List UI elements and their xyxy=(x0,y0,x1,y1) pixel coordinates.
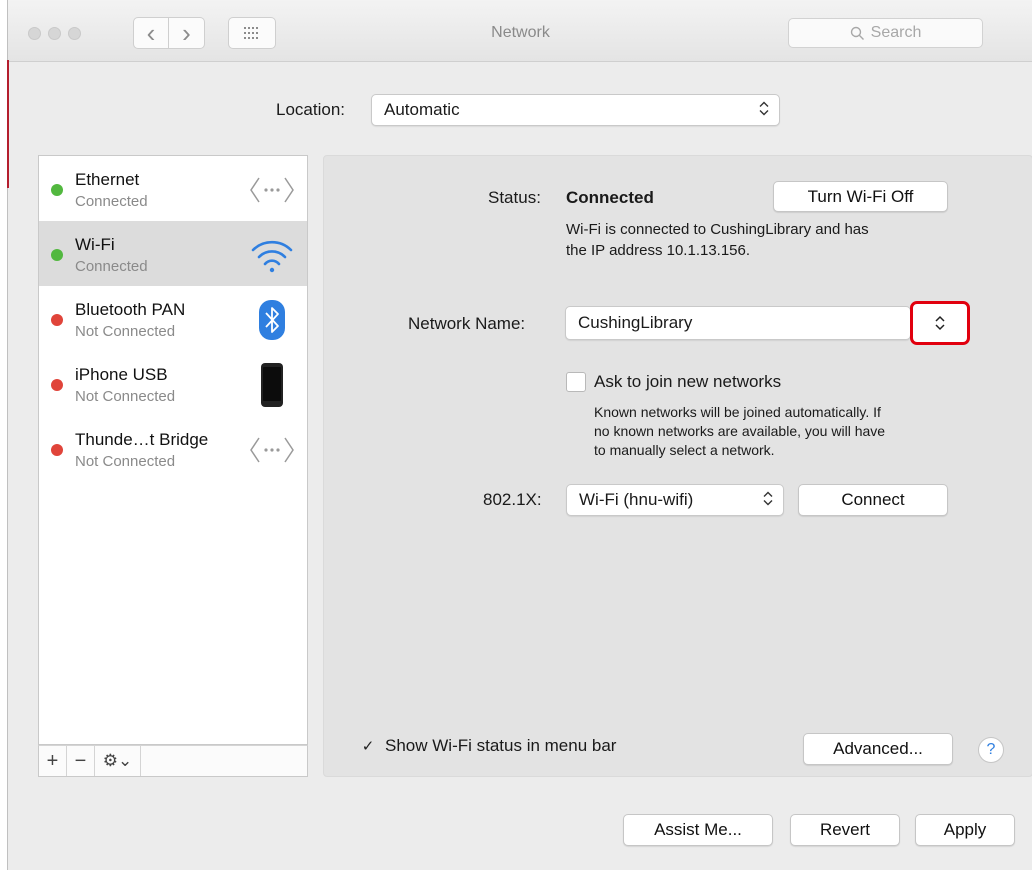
apply-label: Apply xyxy=(943,820,987,839)
iphone-icon xyxy=(247,363,297,407)
status-value: Connected xyxy=(566,188,654,207)
status-description-line: the IP address 10.1.13.156. xyxy=(566,242,751,259)
service-status: Not Connected xyxy=(75,388,176,405)
search-icon xyxy=(850,26,864,40)
question-icon: ? xyxy=(986,741,996,758)
updown-arrows-icon xyxy=(935,315,945,331)
status-dot xyxy=(51,184,63,196)
service-list[interactable]: Ethernet Connected Wi-Fi Connected Bluet… xyxy=(38,155,308,745)
updown-arrows-icon xyxy=(759,101,769,119)
ask-join-help-line: no known networks are available, you wil… xyxy=(594,423,886,439)
service-name: Bluetooth PAN xyxy=(75,300,186,319)
assist-me-label: Assist Me... xyxy=(654,820,742,839)
service-list-toolbar: + − ⚙︎⌄ xyxy=(38,745,308,777)
plus-icon: + xyxy=(46,749,59,772)
connect-label: Connect xyxy=(841,490,905,509)
revert-button[interactable]: Revert xyxy=(790,814,900,846)
dot1x-value: Wi-Fi (hnu-wifi) xyxy=(579,490,694,509)
dot1x-popup[interactable]: Wi-Fi (hnu-wifi) xyxy=(566,484,784,516)
location-label: Location: xyxy=(276,100,345,119)
location-popup[interactable]: Automatic xyxy=(371,94,780,126)
remove-service-button[interactable]: − xyxy=(67,746,95,776)
status-description: Wi-Fi is connected to CushingLibrary and… xyxy=(566,219,869,261)
updown-arrows-icon xyxy=(763,491,773,509)
search-field[interactable]: Search xyxy=(788,18,983,48)
status-dot xyxy=(51,444,63,456)
network-name-popup[interactable]: CushingLibrary xyxy=(565,306,911,340)
service-actions-button[interactable]: ⚙︎⌄ xyxy=(95,746,141,776)
checkmark-icon: ✓ xyxy=(361,738,375,755)
apply-button[interactable]: Apply xyxy=(915,814,1015,846)
connect-button[interactable]: Connect xyxy=(798,484,948,516)
service-status: Connected xyxy=(75,193,148,210)
service-name: Thunde…t Bridge xyxy=(75,430,209,449)
window-edge-accent xyxy=(7,60,9,188)
network-preferences-window: ‹ › Network Search Location: Automatic E… xyxy=(7,0,1032,870)
status-dot xyxy=(51,314,63,326)
ask-join-help: Known networks will be joined automatica… xyxy=(594,403,885,460)
add-service-button[interactable]: + xyxy=(39,746,67,776)
service-name: Wi-Fi xyxy=(75,235,115,254)
network-name-label: Network Name: xyxy=(408,314,526,333)
help-button[interactable]: ? xyxy=(978,737,1004,763)
wifi-icon xyxy=(247,233,297,277)
ethernet-icon xyxy=(247,428,297,472)
turn-wifi-off-button[interactable]: Turn Wi-Fi Off xyxy=(773,181,948,212)
advanced-button[interactable]: Advanced... xyxy=(803,733,953,765)
service-status: Connected xyxy=(75,258,148,275)
dot1x-label: 802.1X: xyxy=(483,490,542,509)
turn-wifi-off-label: Turn Wi-Fi Off xyxy=(807,186,914,206)
revert-label: Revert xyxy=(819,820,871,839)
service-status: Not Connected xyxy=(75,323,176,340)
service-status: Not Connected xyxy=(75,453,176,470)
service-item-iphone-usb[interactable]: iPhone USB Not Connected xyxy=(39,351,307,416)
show-status-checkbox[interactable]: ✓ xyxy=(358,736,378,756)
service-name: Ethernet xyxy=(75,170,140,189)
service-name: iPhone USB xyxy=(75,365,168,384)
network-name-value: CushingLibrary xyxy=(578,313,693,332)
minus-icon: − xyxy=(74,749,87,772)
advanced-label: Advanced... xyxy=(833,739,923,758)
status-dot xyxy=(51,379,63,391)
service-item-ethernet[interactable]: Ethernet Connected xyxy=(39,156,307,221)
bluetooth-icon xyxy=(247,298,297,342)
status-dot xyxy=(51,249,63,261)
gear-icon: ⚙︎⌄ xyxy=(102,751,133,770)
status-description-line: Wi-Fi is connected to CushingLibrary and… xyxy=(566,221,869,238)
service-item-wifi[interactable]: Wi-Fi Connected xyxy=(39,221,307,286)
service-item-bluetooth-pan[interactable]: Bluetooth PAN Not Connected xyxy=(39,286,307,351)
status-label: Status: xyxy=(488,188,541,207)
network-name-popup-arrows[interactable] xyxy=(910,301,970,345)
ask-join-help-line: Known networks will be joined automatica… xyxy=(594,404,881,420)
title-bar: ‹ › Network Search xyxy=(8,0,1032,62)
ask-join-label: Ask to join new networks xyxy=(594,372,782,391)
ask-join-checkbox[interactable] xyxy=(566,372,586,392)
ethernet-icon xyxy=(247,168,297,212)
show-status-label: Show Wi-Fi status in menu bar xyxy=(385,736,617,755)
ask-join-help-line: to manually select a network. xyxy=(594,442,775,458)
location-value: Automatic xyxy=(384,100,460,119)
service-item-thunderbolt-bridge[interactable]: Thunde…t Bridge Not Connected xyxy=(39,416,307,481)
search-placeholder: Search xyxy=(870,24,922,41)
assist-me-button[interactable]: Assist Me... xyxy=(623,814,773,846)
